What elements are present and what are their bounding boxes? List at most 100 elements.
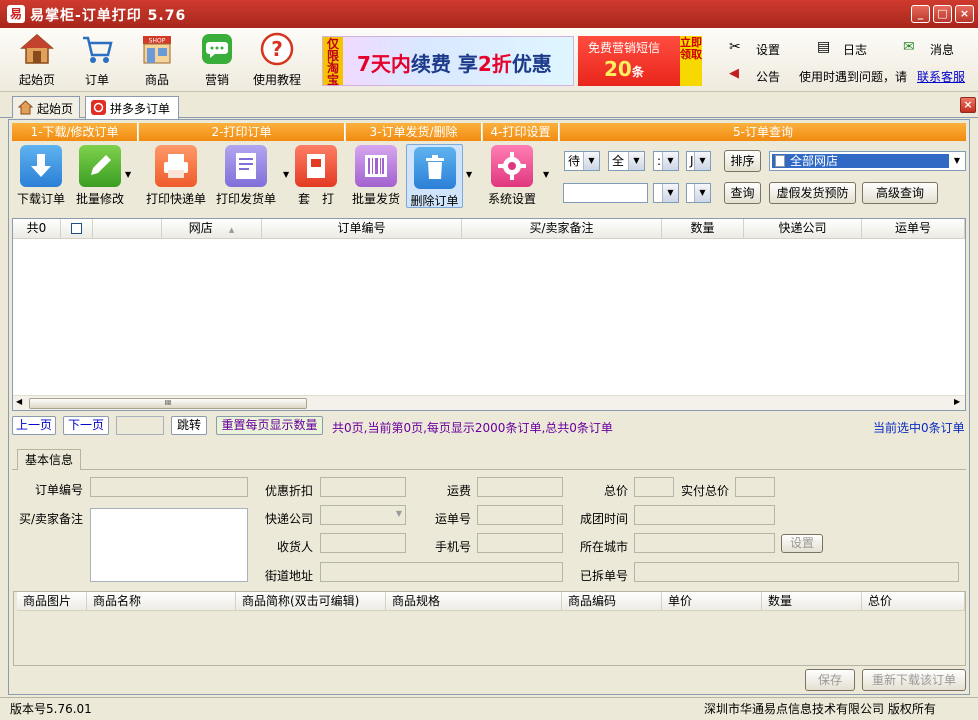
tutorial-button[interactable]: ? 使用教程 <box>250 32 304 88</box>
delete-orders-button[interactable]: 删除订单 <box>406 144 463 208</box>
renewal-ad-banner[interactable]: 仅限淘宝 7天内续费 享2折优惠 <box>322 36 574 86</box>
tab-basic-info[interactable]: 基本信息 <box>17 449 81 470</box>
scroll-left-icon[interactable]: ◀ <box>16 397 22 406</box>
print-express-button[interactable]: 打印快递单 <box>143 145 209 207</box>
order-no-label: 订单编号 <box>35 483 84 497</box>
order-no-field[interactable] <box>90 477 248 497</box>
field-select[interactable]: : ▼ <box>653 151 679 171</box>
redownload-order-button[interactable]: 重新下载该订单 <box>862 669 966 691</box>
group-time-field[interactable] <box>634 505 775 525</box>
city-field[interactable] <box>634 533 775 553</box>
query-type-select[interactable]: ▼ <box>653 183 679 203</box>
claim-now-tag: 立即领取 <box>680 36 702 86</box>
save-button[interactable]: 保存 <box>805 669 855 691</box>
prev-page-button[interactable]: 上一页 <box>12 416 56 435</box>
page-number-input[interactable] <box>116 416 164 435</box>
sms-ad-banner[interactable]: 免费营销短信 20条 立即领取 <box>578 36 702 86</box>
keyword-input[interactable] <box>563 183 648 203</box>
receiver-field[interactable] <box>320 533 406 553</box>
announce-label: 公告 <box>756 70 781 84</box>
receiver-label: 收货人 <box>277 540 314 554</box>
help-icon: ? <box>260 32 294 66</box>
status-select[interactable]: 待 ▼ <box>564 151 600 171</box>
col-remark[interactable]: 买/卖家备注 <box>462 219 662 239</box>
shop-icon: SHOP <box>143 36 171 64</box>
query-op-select[interactable]: ▼ <box>686 183 711 203</box>
phone-field[interactable] <box>477 533 563 553</box>
col-shop[interactable]: 网店 ▲ <box>162 219 262 239</box>
set-print-icon <box>295 145 337 187</box>
svg-text:?: ? <box>271 37 283 61</box>
select-all-checkbox[interactable] <box>71 223 82 234</box>
total-field[interactable] <box>634 477 674 497</box>
jump-button[interactable]: 跳转 <box>171 416 207 435</box>
message-link[interactable]: ✉ 消息 <box>903 39 963 57</box>
batch-edit-button[interactable]: 批量修改 <box>72 145 128 207</box>
col-order-no[interactable]: 订单编号 <box>262 219 462 239</box>
reset-page-size-button[interactable]: 重置每页显示数量 <box>216 416 323 435</box>
freight-field[interactable] <box>477 477 563 497</box>
marketing-button[interactable]: 营销 <box>190 32 244 88</box>
batch-edit-dropdown-icon[interactable]: ▼ <box>125 170 131 179</box>
tab-home-label: 起始页 <box>37 102 74 116</box>
pencil-icon <box>79 145 121 187</box>
scroll-thumb[interactable]: III <box>29 398 307 409</box>
settings-dropdown-icon[interactable]: ▼ <box>543 170 549 179</box>
discount-label: 优惠折扣 <box>265 484 314 498</box>
delete-dropdown-icon[interactable]: ▼ <box>466 170 472 179</box>
col-quantity[interactable]: 数量 <box>662 219 744 239</box>
orders-grid[interactable] <box>12 218 966 411</box>
horizontal-scrollbar[interactable]: ◀ III ▶ <box>13 395 965 410</box>
announce-link[interactable]: ◀ 公告 <box>729 66 789 84</box>
tab-pdd-label: 拼多多订单 <box>110 102 171 116</box>
scroll-right-icon[interactable]: ▶ <box>954 397 960 406</box>
scope-select[interactable]: 全 ▼ <box>608 151 645 171</box>
minimize-button[interactable]: _ <box>911 5 930 23</box>
remark-textarea[interactable] <box>90 508 248 582</box>
tab-pdd-orders[interactable]: 拼多多订单 <box>85 96 179 119</box>
selected-count: 当前选中0条订单 <box>873 421 965 435</box>
group-print-settings: 4-打印设置 <box>483 123 559 141</box>
pager-info: 共0页,当前第0页,每页显示2000条订单,总共0条订单 <box>332 421 613 435</box>
maximize-button[interactable]: □ <box>933 5 952 23</box>
download-orders-button[interactable]: 下载订单 <box>13 145 69 207</box>
waybill-field[interactable] <box>477 505 563 525</box>
print-invoice-button[interactable]: 打印发货单 <box>213 145 279 207</box>
tab-home[interactable]: 起始页 <box>12 96 80 118</box>
close-button[interactable]: × <box>955 5 974 23</box>
discount-field[interactable] <box>320 477 406 497</box>
search-button[interactable]: 查询 <box>724 182 761 204</box>
col-waybill[interactable]: 运单号 <box>862 219 965 239</box>
batch-ship-button[interactable]: 批量发货 <box>350 145 402 207</box>
shop-select[interactable]: 全部网店 ▼ <box>769 151 966 171</box>
print-invoice-dropdown-icon[interactable]: ▼ <box>283 170 289 179</box>
close-tab-button[interactable]: × <box>960 97 976 113</box>
copyright-text: 深圳市华通易点信息技术有限公司 版权所有 <box>704 702 936 716</box>
cart-icon <box>83 36 113 63</box>
remark-label: 买/卖家备注 <box>19 512 84 526</box>
street-label: 街道地址 <box>265 569 314 583</box>
period-select[interactable]: J ▼ <box>686 151 711 171</box>
system-settings-button[interactable]: 系统设置 <box>484 145 540 207</box>
col-express[interactable]: 快递公司 <box>744 219 862 239</box>
col-select-all[interactable] <box>61 219 93 239</box>
subcol-image: 商品图片 <box>17 592 87 611</box>
printer-icon <box>155 145 197 187</box>
order-button[interactable]: 订单 <box>70 32 124 88</box>
next-page-button[interactable]: 下一页 <box>63 416 109 435</box>
contact-support-link[interactable]: 联系客服 <box>917 68 965 85</box>
street-field[interactable] <box>320 562 563 582</box>
fake-ship-prevention-button[interactable]: 虚假发货预防 <box>769 182 856 204</box>
settings-link[interactable]: ✂ 设置 <box>729 39 789 57</box>
home-button[interactable]: 起始页 <box>10 32 64 88</box>
city-set-button[interactable]: 设置 <box>781 534 823 553</box>
advanced-search-button[interactable]: 高级查询 <box>862 182 938 204</box>
print-set-button[interactable]: 套 打 <box>291 145 341 207</box>
paid-field[interactable] <box>735 477 775 497</box>
log-link[interactable]: ▤ 日志 <box>817 39 877 57</box>
express-select[interactable]: ▼ <box>320 505 406 525</box>
order-label: 订单 <box>84 73 109 87</box>
goods-button[interactable]: SHOP 商品 <box>130 32 184 88</box>
sort-button[interactable]: 排序 <box>724 150 761 172</box>
split-no-field[interactable] <box>634 562 959 582</box>
